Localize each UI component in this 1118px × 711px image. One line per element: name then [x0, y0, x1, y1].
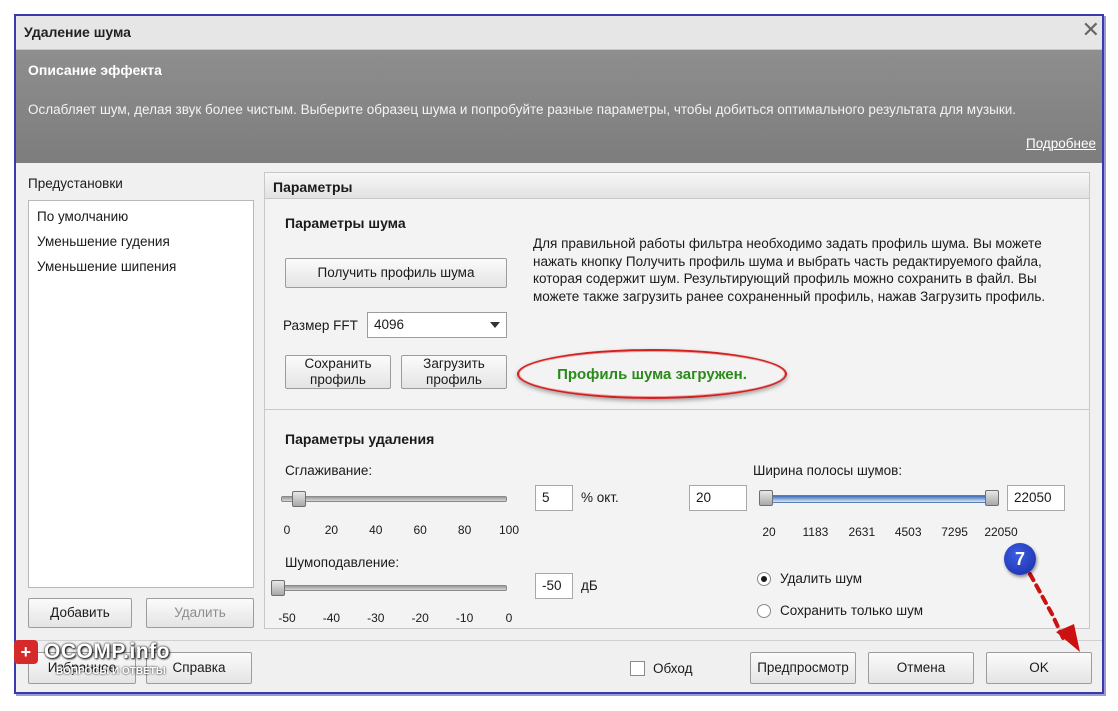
noise-profile-info-text: Для правильной работы фильтра необходимо… [533, 236, 1046, 304]
delete-preset-button[interactable]: Удалить [146, 598, 254, 628]
smoothing-slider-thumb[interactable] [291, 491, 306, 507]
fft-size-select[interactable]: 4096 [367, 312, 507, 338]
description-text: Ослабляет шум, делая звук более чистым. … [28, 102, 1017, 117]
effect-description-panel: Описание эффекта Ослабляет шум, делая зв… [16, 50, 1102, 163]
add-preset-button[interactable]: Добавить [28, 598, 132, 628]
presets-list[interactable]: По умолчанию Уменьшение гудения Уменьшен… [28, 200, 254, 588]
bandwidth-tick-label: 2631 [848, 525, 876, 539]
noise-params-title: Параметры шума [285, 215, 406, 231]
bandwidth-range-bar[interactable] [765, 495, 995, 503]
title-bar: Удаление шума ✕ [16, 16, 1102, 50]
bandwidth-tick-label: 4503 [894, 525, 922, 539]
plus-logo-icon: + [14, 640, 38, 664]
ok-button[interactable]: OK [986, 652, 1092, 684]
smoothing-tick-label: 40 [369, 523, 383, 537]
suppression-tick-label: -10 [455, 611, 474, 625]
smoothing-tick-label: 60 [413, 523, 427, 537]
smoothing-slider-track[interactable] [281, 496, 507, 502]
bypass-label: Обход [653, 661, 693, 676]
window-title: Удаление шума [24, 24, 131, 40]
fft-size-value: 4096 [374, 317, 405, 332]
bypass-checkbox[interactable]: Обход [630, 661, 692, 676]
suppression-tick-label: -20 [411, 611, 429, 625]
preview-button[interactable]: Предпросмотр [750, 652, 856, 684]
parameters-header: Параметры [265, 173, 1089, 199]
close-icon[interactable]: ✕ [1082, 18, 1100, 42]
remove-noise-radio[interactable]: Удалить шум [757, 571, 862, 586]
suppression-slider-track[interactable] [271, 585, 507, 591]
profile-loaded-status: Профиль шума загружен. [517, 349, 787, 399]
site-watermark: + OCOMP.info [14, 640, 170, 664]
checkbox-icon [630, 661, 645, 676]
bandwidth-tick-label: 20 [762, 525, 776, 539]
suppression-tick-label: -50 [278, 611, 296, 625]
step-number-badge: 7 [1004, 543, 1036, 575]
more-info-link[interactable]: Подробнее [1026, 136, 1096, 151]
keep-only-noise-radio[interactable]: Сохранить только шум [757, 603, 923, 618]
save-profile-button[interactable]: Сохранить профиль [285, 355, 391, 389]
suppression-unit: дБ [581, 578, 598, 593]
bandwidth-tick-label: 1183 [802, 525, 829, 539]
smoothing-tick-label: 100 [498, 523, 520, 537]
bandwidth-max-thumb[interactable] [985, 490, 999, 506]
presets-label: Предустановки [28, 176, 123, 191]
keep-only-noise-label: Сохранить только шум [780, 603, 924, 618]
watermark-text: OCOMP.info [44, 640, 170, 663]
smoothing-value-field[interactable]: 5 [535, 485, 573, 511]
smoothing-tick-label: 80 [457, 523, 472, 537]
radio-selected-icon [757, 571, 771, 586]
bandwidth-max-field[interactable]: 22050 [1007, 485, 1065, 511]
preset-item-hum-reduction[interactable]: Уменьшение гудения [29, 230, 253, 255]
suppression-tick-label: 0 [505, 611, 513, 625]
bandwidth-tick-label: 7295 [941, 525, 968, 539]
bandwidth-min-thumb[interactable] [759, 490, 773, 506]
smoothing-label: Сглаживание: [285, 463, 373, 478]
watermark-subtitle: ВОПРОСЫ И ОТВЕТЫ [56, 666, 166, 677]
suppression-value-field[interactable]: -50 [535, 573, 573, 599]
footer-divider [16, 640, 1102, 641]
get-noise-profile-button[interactable]: Получить профиль шума [285, 258, 507, 288]
suppression-label: Шумоподавление: [285, 555, 400, 570]
removal-params-title: Параметры удаления [285, 431, 435, 447]
smoothing-tick-label: 0 [283, 523, 291, 537]
section-divider [265, 409, 1089, 410]
fft-size-label: Размер FFT [283, 318, 358, 333]
bandwidth-min-field[interactable]: 20 [689, 485, 747, 511]
smoothing-tick-label: 20 [324, 523, 339, 537]
preset-item-hiss-reduction[interactable]: Уменьшение шипения [29, 255, 253, 280]
suppression-tick-label: -30 [367, 611, 385, 625]
noise-removal-dialog: Удаление шума ✕ Описание эффекта Ослабля… [14, 14, 1104, 694]
smoothing-unit: % окт. [581, 490, 619, 505]
suppression-slider-thumb[interactable] [271, 580, 285, 596]
description-heading: Описание эффекта [28, 62, 162, 78]
parameters-panel: Параметры Параметры шума Получить профил… [264, 172, 1090, 629]
cancel-button[interactable]: Отмена [868, 652, 974, 684]
bandwidth-tick-label: 22050 [984, 525, 1018, 539]
load-profile-button[interactable]: Загрузить профиль [401, 355, 507, 389]
radio-unselected-icon [757, 603, 771, 618]
preset-item-default[interactable]: По умолчанию [29, 205, 253, 230]
suppression-tick-label: -40 [322, 611, 341, 625]
noise-bandwidth-label: Ширина полосы шумов: [753, 463, 903, 478]
remove-noise-label: Удалить шум [780, 571, 863, 586]
chevron-down-icon [490, 322, 500, 328]
